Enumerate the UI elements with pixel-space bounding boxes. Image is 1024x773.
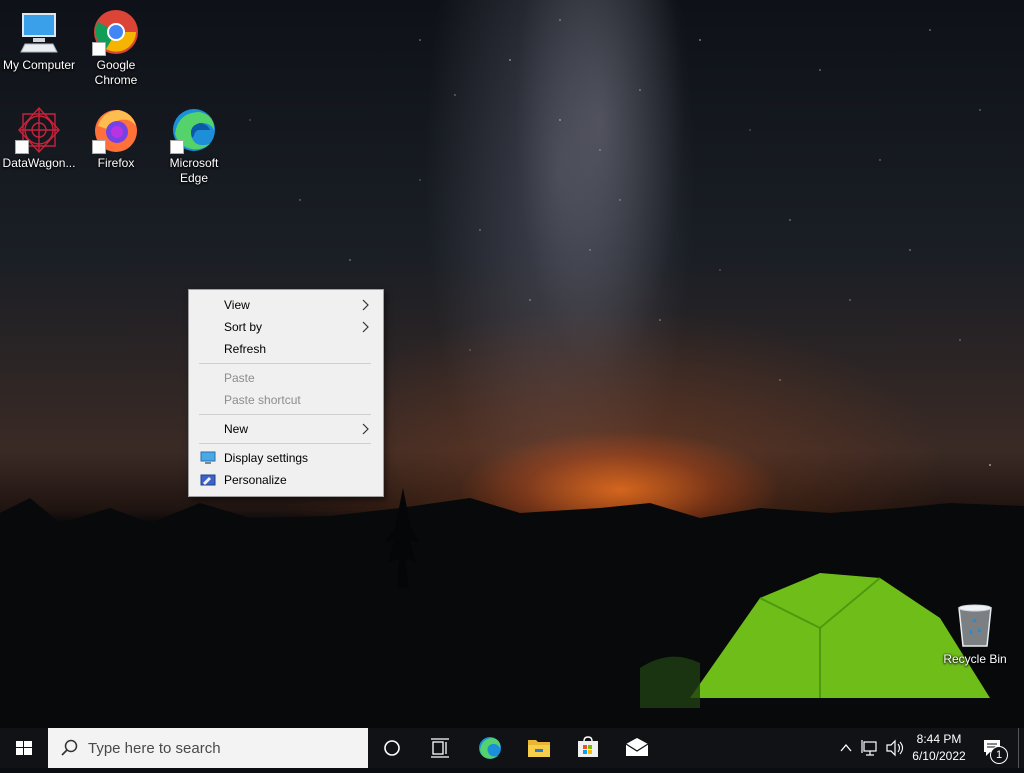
chevron-right-icon — [362, 299, 369, 311]
menu-item-label: Refresh — [224, 342, 267, 356]
desktop-icon-label: Microsoft Edge — [169, 156, 219, 185]
chevron-right-icon — [362, 423, 369, 435]
desktop-icon-label: Firefox — [97, 156, 135, 170]
taskbar-store-button[interactable] — [564, 728, 612, 768]
menu-item-new[interactable]: New — [191, 418, 381, 440]
taskbar-search-box[interactable]: Type here to search — [48, 728, 368, 768]
mail-icon — [625, 738, 649, 756]
desktop-icon-firefox[interactable]: Firefox — [78, 106, 154, 171]
shortcut-arrow-icon — [15, 140, 29, 154]
chrome-icon — [92, 8, 140, 56]
show-desktop-button[interactable] — [1018, 728, 1024, 768]
cortana-circle-icon — [384, 740, 400, 756]
desktop-icon-microsoft-edge[interactable]: Microsoft Edge — [156, 106, 232, 186]
firefox-icon — [92, 106, 140, 154]
menu-item-personalize[interactable]: Personalize — [191, 469, 381, 491]
display-icon — [200, 451, 216, 464]
task-view-icon — [431, 738, 449, 758]
monitor-icon — [15, 8, 63, 56]
clock-time: 8:44 PM — [916, 732, 962, 746]
taskbar-file-explorer-button[interactable] — [515, 728, 563, 768]
taskbar-mail-button[interactable] — [613, 728, 661, 768]
menu-item-paste-shortcut[interactable]: Paste shortcut — [191, 389, 381, 411]
menu-separator — [199, 363, 371, 364]
task-view-button[interactable] — [416, 728, 464, 768]
menu-item-label: Paste — [224, 371, 255, 385]
menu-item-view[interactable]: View — [191, 294, 381, 316]
show-hidden-icons-button[interactable] — [836, 728, 856, 768]
start-button[interactable] — [0, 728, 48, 768]
clock-date: 6/10/2022 — [912, 749, 966, 763]
recycle-bin-icon — [951, 602, 999, 650]
search-placeholder: Type here to search — [88, 740, 221, 757]
desktop-icon-google-chrome[interactable]: Google Chrome — [78, 8, 154, 88]
taskbar: Type here to search 8:44 PM 6/10/2022 1 — [0, 728, 1024, 768]
datawagon-icon — [15, 106, 63, 154]
menu-separator — [199, 414, 371, 415]
menu-item-paste[interactable]: Paste — [191, 367, 381, 389]
desktop-context-menu: View Sort by Refresh Paste Paste shortcu… — [188, 289, 384, 497]
chevron-up-icon — [840, 743, 852, 752]
menu-item-label: Sort by — [224, 320, 263, 334]
desktop-icon-recycle-bin[interactable]: Recycle Bin — [937, 602, 1013, 667]
menu-item-label: Display settings — [224, 451, 309, 465]
personalize-icon — [200, 474, 216, 486]
shortcut-arrow-icon — [92, 140, 106, 154]
file-explorer-icon — [528, 740, 550, 757]
desktop-icon-datawagon[interactable]: DataWagon... — [1, 106, 77, 171]
clock-button[interactable]: 8:44 PM 6/10/2022 — [906, 728, 972, 768]
mountain-silhouette — [0, 488, 1024, 728]
menu-item-display-settings[interactable]: Display settings — [191, 447, 381, 469]
edge-icon — [170, 106, 218, 154]
menu-item-label: New — [224, 422, 249, 436]
taskbar-edge-button[interactable] — [466, 728, 514, 768]
network-button[interactable] — [860, 728, 882, 768]
desktop-icon-my-computer[interactable]: My Computer — [1, 8, 77, 73]
desktop-icon-label: DataWagon... — [2, 156, 76, 170]
menu-separator — [199, 443, 371, 444]
menu-item-sort-by[interactable]: Sort by — [191, 316, 381, 338]
edge-icon — [479, 737, 501, 759]
menu-item-refresh[interactable]: Refresh — [191, 338, 381, 360]
desktop-icon-label: Google Chrome — [94, 58, 138, 87]
notification-count-badge: 1 — [990, 746, 1008, 764]
shortcut-arrow-icon — [170, 140, 184, 154]
menu-item-label: View — [224, 298, 250, 312]
volume-button[interactable] — [884, 728, 906, 768]
menu-item-label: Personalize — [224, 473, 287, 487]
network-icon — [861, 740, 877, 756]
cortana-button[interactable] — [368, 728, 416, 768]
windows-logo-icon — [16, 741, 32, 755]
shortcut-arrow-icon — [92, 42, 106, 56]
menu-item-label: Paste shortcut — [224, 393, 301, 407]
store-icon — [578, 736, 598, 757]
speaker-icon — [886, 739, 904, 757]
search-icon — [61, 739, 78, 756]
desktop-icon-label: Recycle Bin — [943, 652, 1007, 666]
action-center-button[interactable]: 1 — [978, 728, 1016, 768]
desktop-icon-label: My Computer — [2, 58, 76, 72]
chevron-right-icon — [362, 321, 369, 333]
